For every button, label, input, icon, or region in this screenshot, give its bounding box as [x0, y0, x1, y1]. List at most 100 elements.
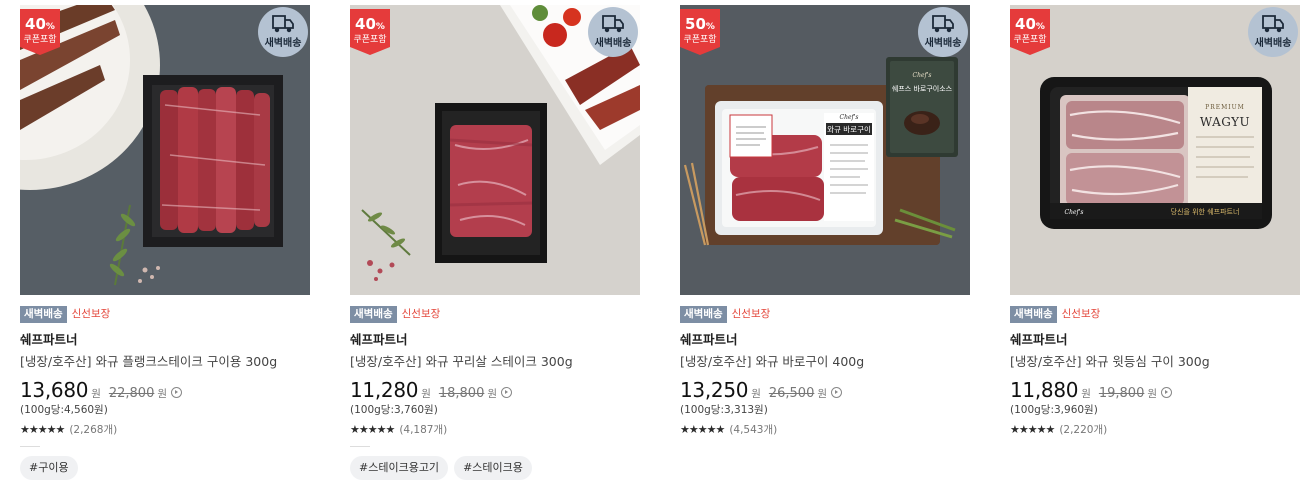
- dawn-delivery-tag: 새벽배송: [20, 306, 67, 323]
- product-card[interactable]: 40% 쿠폰포함 새벽배송 새벽배송 신선보장 쉐프파트너 [냉장/호주산] 와…: [20, 5, 310, 480]
- coupon-percent: 50%: [685, 15, 715, 33]
- hashtag-list: #스테이크용고기 #스테이크용: [350, 456, 640, 480]
- sale-price: 13,680: [20, 378, 89, 402]
- original-currency: 원: [157, 388, 168, 400]
- package-wagyu: WAGYU: [1200, 115, 1250, 129]
- coupon-label: 쿠폰포함: [23, 35, 57, 45]
- unit-price: (100g당:4,560원): [20, 404, 108, 416]
- coupon-badge: 40% 쿠폰포함: [1010, 9, 1058, 55]
- dawn-delivery-label: 새벽배송: [264, 38, 302, 49]
- unit-price: (100g당:3,760원): [350, 404, 438, 416]
- rating-row: ★★★★★ (4,187개): [350, 422, 640, 436]
- product-card[interactable]: PREMIUM WAGYU 당신을 위한 쉐프파트너 Chef's 40% 쿠폰…: [1010, 5, 1300, 436]
- product-image[interactable]: 40% 쿠폰포함 새벽배송: [350, 5, 640, 295]
- info-circle-icon[interactable]: [831, 387, 843, 398]
- package-brand: Chef's: [1065, 209, 1084, 216]
- star-icon: ★★★★★: [1010, 422, 1055, 436]
- hashtag[interactable]: #구이용: [20, 456, 78, 480]
- star-icon: ★★★★★: [20, 422, 65, 436]
- product-name[interactable]: [냉장/호주산] 와규 윗등심 구이 300g: [1010, 355, 1300, 369]
- original-price: 26,500: [768, 386, 815, 401]
- product-image[interactable]: 40% 쿠폰포함 새벽배송: [20, 5, 310, 295]
- dawn-delivery-badge: 새벽배송: [918, 7, 968, 57]
- product-brand[interactable]: 쉐프파트너: [1010, 333, 1300, 347]
- sauce-brand: Chef's: [913, 72, 932, 79]
- price-row: 11,880 원 19,800 원: [1010, 378, 1300, 402]
- hashtag[interactable]: #스테이크용: [454, 456, 532, 480]
- original-price: 22,800: [108, 386, 155, 401]
- dawn-delivery-tag: 새벽배송: [1010, 306, 1057, 323]
- price-currency: 원: [1081, 388, 1091, 400]
- product-image[interactable]: PREMIUM WAGYU 당신을 위한 쉐프파트너 Chef's 40% 쿠폰…: [1010, 5, 1300, 295]
- star-icon: ★★★★★: [350, 422, 395, 436]
- dawn-delivery-badge: 새벽배송: [588, 7, 638, 57]
- dawn-delivery-tag: 새벽배송: [350, 306, 397, 323]
- price-currency: 원: [751, 388, 761, 400]
- unit-price: (100g당:3,313원): [680, 404, 768, 416]
- product-brand[interactable]: 쉐프파트너: [680, 333, 970, 347]
- delivery-truck-icon: [272, 15, 294, 33]
- review-count: (4,543개): [729, 423, 778, 436]
- rating-row: ★★★★★ (4,543개): [680, 422, 970, 436]
- info-circle-icon[interactable]: [1161, 387, 1173, 398]
- sale-price: 11,880: [1010, 378, 1079, 402]
- hashtag-list: #구이용: [20, 456, 310, 480]
- price-currency: 원: [91, 388, 101, 400]
- sale-price: 13,250: [680, 378, 749, 402]
- product-card[interactable]: 40% 쿠폰포함 새벽배송 새벽배송 신선보장 쉐프파트너 [냉장/호주산] 와…: [350, 5, 640, 480]
- sale-price: 11,280: [350, 378, 419, 402]
- rating-row: ★★★★★ (2,220개): [1010, 422, 1300, 436]
- package-brand: Chef's: [840, 114, 859, 121]
- review-count: (2,268개): [69, 423, 118, 436]
- info-circle-icon[interactable]: [171, 387, 183, 398]
- coupon-label: 쿠폰포함: [353, 35, 387, 45]
- delivery-truck-icon: [1262, 15, 1284, 33]
- original-currency: 원: [817, 388, 828, 400]
- delivery-truck-icon: [932, 15, 954, 33]
- product-name[interactable]: [냉장/호주산] 와규 바로구이 400g: [680, 355, 970, 369]
- fresh-guarantee-tag: 신선보장: [731, 308, 771, 320]
- package-premium: PREMIUM: [1205, 104, 1245, 111]
- coupon-label: 쿠폰포함: [683, 35, 717, 45]
- badge-row: 새벽배송 신선보장: [350, 306, 640, 323]
- hashtag[interactable]: #스테이크용고기: [350, 456, 449, 480]
- unit-price: (100g당:3,960원): [1010, 404, 1098, 416]
- package-slogan: 당신을 위한 쉐프파트너: [1171, 207, 1240, 216]
- dawn-delivery-tag: 새벽배송: [680, 306, 727, 323]
- price-row: 13,250 원 26,500 원: [680, 378, 970, 402]
- dawn-delivery-label: 새벽배송: [1254, 38, 1292, 49]
- product-card[interactable]: 와규 바로구이 Chef's Chef's 쉐프스 바로구이소스 50% 쿠폰포…: [680, 5, 970, 436]
- price-currency: 원: [421, 388, 431, 400]
- fresh-guarantee-tag: 신선보장: [71, 308, 111, 320]
- divider: [20, 446, 40, 447]
- info-circle-icon[interactable]: [501, 387, 513, 398]
- product-name[interactable]: [냉장/호주산] 와규 꾸리살 스테이크 300g: [350, 355, 640, 369]
- product-brand[interactable]: 쉐프파트너: [350, 333, 640, 347]
- product-brand[interactable]: 쉐프파트너: [20, 333, 310, 347]
- dawn-delivery-badge: 새벽배송: [1248, 7, 1298, 57]
- divider: [350, 446, 370, 447]
- badge-row: 새벽배송 신선보장: [680, 306, 970, 323]
- original-currency: 원: [1147, 388, 1158, 400]
- price-row: 11,280 원 18,800 원: [350, 378, 640, 402]
- product-name[interactable]: [냉장/호주산] 와규 플랭크스테이크 구이용 300g: [20, 355, 310, 369]
- review-count: (2,220개): [1059, 423, 1108, 436]
- delivery-truck-icon: [602, 15, 624, 33]
- coupon-badge: 40% 쿠폰포함: [350, 9, 398, 55]
- dawn-delivery-label: 새벽배송: [924, 38, 962, 49]
- review-count: (4,187개): [399, 423, 448, 436]
- rating-row: ★★★★★ (2,268개): [20, 422, 310, 436]
- coupon-percent: 40%: [25, 15, 55, 33]
- package-label: 와규 바로구이: [827, 124, 871, 134]
- fresh-guarantee-tag: 신선보장: [1061, 308, 1101, 320]
- dawn-delivery-label: 새벽배송: [594, 38, 632, 49]
- coupon-percent: 40%: [1015, 15, 1045, 33]
- original-currency: 원: [487, 388, 498, 400]
- product-image[interactable]: 와규 바로구이 Chef's Chef's 쉐프스 바로구이소스 50% 쿠폰포…: [680, 5, 970, 295]
- price-row: 13,680 원 22,800 원: [20, 378, 310, 402]
- coupon-percent: 40%: [355, 15, 385, 33]
- sauce-label: 쉐프스 바로구이소스: [892, 84, 953, 93]
- coupon-badge: 40% 쿠폰포함: [20, 9, 68, 55]
- dawn-delivery-badge: 새벽배송: [258, 7, 308, 57]
- original-price: 19,800: [1098, 386, 1145, 401]
